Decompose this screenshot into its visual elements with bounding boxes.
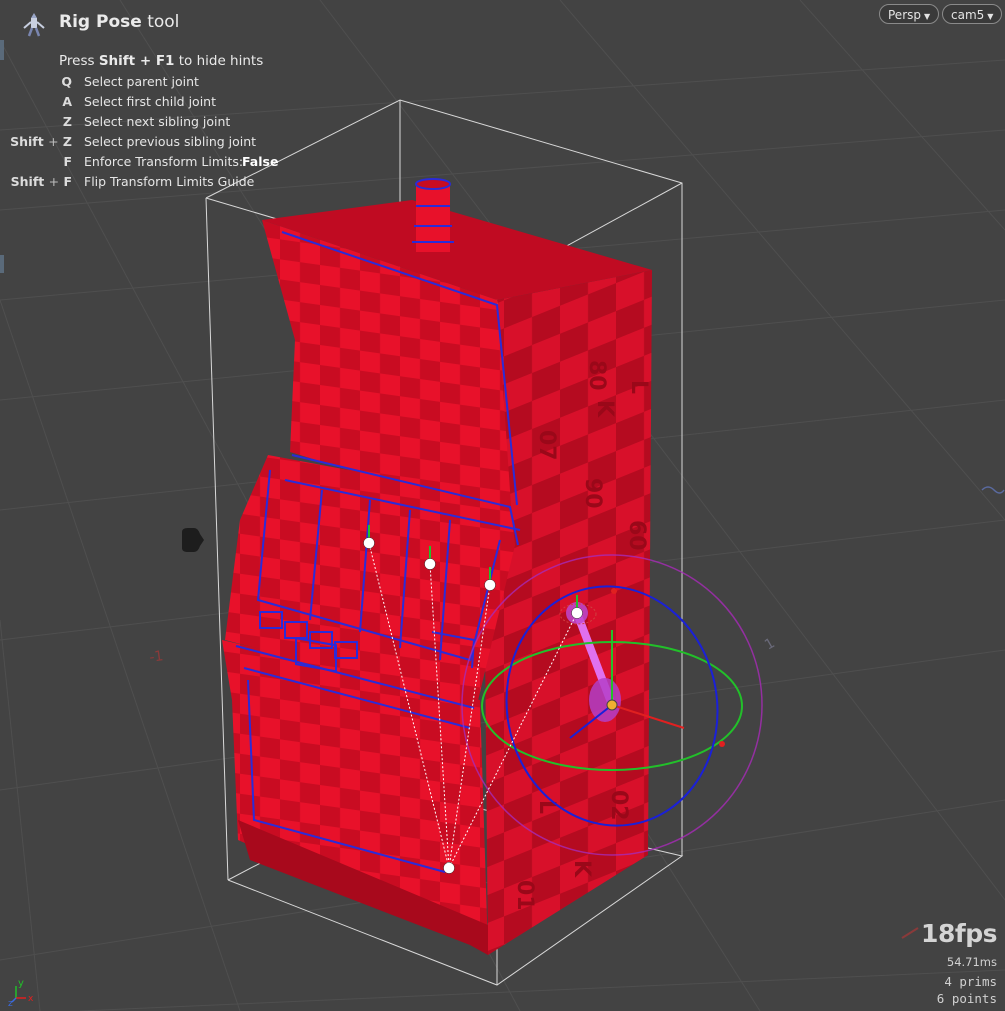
hint-key: Q	[0, 74, 72, 89]
joint-node	[484, 579, 496, 591]
mouse-cursor-icon	[182, 528, 204, 552]
axis-y-label: y	[18, 978, 24, 989]
hint-key-letter: F	[63, 154, 72, 169]
view-menu-label: Persp	[888, 8, 921, 22]
pivot-node	[606, 699, 618, 711]
rig-pose-icon	[23, 13, 45, 37]
svg-text:K: K	[592, 400, 617, 418]
svg-text:01: 01	[512, 880, 537, 911]
grid-label-right: 1	[762, 635, 778, 653]
tool-name: Rig Pose	[59, 12, 142, 32]
hints-intro-post: to hide hints	[174, 53, 264, 69]
hints-intro-key: Shift + F1	[98, 53, 175, 69]
chevron-down-icon: ▼	[924, 12, 931, 21]
hint-description: Select previous sibling joint	[84, 134, 257, 149]
fps-readout: 18fps	[921, 919, 997, 948]
prims-count: 4 prims	[944, 974, 997, 989]
hint-key: Shift + Z	[0, 134, 72, 149]
hints-intro: Press Shift + F1 to hide hints	[59, 53, 263, 69]
hint-key-letter: Z	[62, 114, 72, 129]
svg-text:90: 90	[580, 478, 605, 509]
joint-node	[363, 537, 375, 549]
grid-edge-marker	[901, 927, 919, 939]
hint-value[interactable]: False	[242, 154, 278, 169]
hint-modifier: Shift	[10, 134, 44, 149]
hint-key-letter: Q	[61, 74, 72, 89]
joint-node	[424, 558, 436, 570]
hint-description: Select first child joint	[84, 94, 217, 109]
svg-text:L: L	[534, 800, 559, 814]
svg-text:80: 80	[584, 360, 609, 391]
hint-key-letter: F	[63, 174, 72, 189]
hint-key-letter: Z	[62, 134, 72, 149]
chevron-down-icon: ▼	[987, 12, 994, 21]
hint-modifier: Shift	[10, 174, 45, 189]
camera-menu-button[interactable]: cam5 ▼	[942, 4, 1003, 24]
hints-intro-pre: Press	[59, 53, 99, 69]
viewport[interactable]: 80 L 07 K 90 60 L K 01 02 -1 1 Rig Pose …	[0, 0, 1005, 1011]
side-tab[interactable]	[0, 255, 4, 273]
tool-title: Rig Pose tool	[59, 12, 179, 32]
svg-text:02: 02	[606, 790, 631, 821]
view-menu-button[interactable]: Persp ▼	[879, 4, 940, 24]
svg-text:L: L	[626, 380, 651, 394]
hint-description: Flip Transform Limits Guide	[84, 174, 255, 189]
grid-label-left: -1	[148, 648, 164, 666]
svg-text:60: 60	[624, 520, 649, 551]
top-light-cylinder[interactable]	[412, 178, 454, 252]
tool-suffix: tool	[141, 12, 180, 32]
svg-text:07: 07	[534, 430, 559, 461]
frame-time-readout: 54.71ms	[946, 955, 997, 969]
root-joint-node	[443, 862, 455, 874]
hint-key: Z	[0, 114, 72, 129]
axis-z-label: z	[8, 999, 13, 1006]
slot-machine-model[interactable]: 80 L 07 K 90 60 L K 01 02	[222, 178, 652, 955]
scene-canvas[interactable]: 80 L 07 K 90 60 L K 01 02 -1 1	[0, 0, 1005, 1011]
camera-menu-label: cam5	[951, 8, 985, 22]
axis-gizmo: y z x	[8, 978, 34, 1006]
hint-key: Shift + F	[0, 174, 72, 189]
points-count: 6 points	[936, 991, 997, 1006]
hint-description: Select next sibling joint	[84, 114, 231, 129]
hint-description: Select parent joint	[84, 74, 199, 89]
hint-key: F	[0, 154, 72, 169]
grid-edge-marker	[981, 486, 1005, 494]
hint-plus: +	[48, 174, 60, 189]
side-tab[interactable]	[0, 40, 4, 60]
svg-text:K: K	[569, 860, 594, 878]
axis-x-label: x	[28, 994, 34, 1004]
joint-node	[571, 607, 583, 619]
hint-description: Enforce Transform Limits:	[84, 154, 244, 169]
hint-key-letter: A	[62, 94, 72, 109]
hint-plus: +	[48, 134, 59, 149]
hint-key: A	[0, 94, 72, 109]
